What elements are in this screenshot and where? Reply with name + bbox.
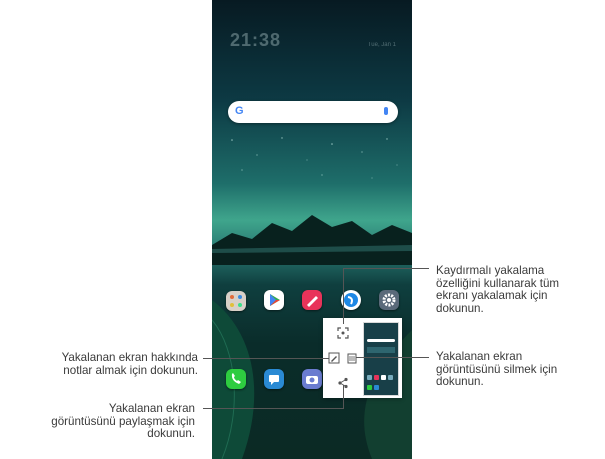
- messages-icon[interactable]: [264, 369, 284, 389]
- play-store-icon[interactable]: [264, 290, 284, 310]
- google-logo-icon: G: [235, 105, 244, 117]
- starry-sky: [231, 137, 398, 179]
- callout-text-line: notlar almak için dokunun.: [63, 363, 198, 377]
- notes-app-icon[interactable]: [302, 290, 322, 310]
- callout-share: Yakalanan ekran görüntüsünü paylaşmak iç…: [51, 402, 195, 441]
- callout-text-line: Yakalanan ekran: [436, 350, 523, 363]
- callout-line-share-horizontal: [203, 408, 344, 409]
- callout-line-scroll-horizontal: [343, 268, 429, 269]
- clock-widget: 21:38: [230, 30, 282, 50]
- callout-line-notes: [203, 358, 329, 359]
- scroll-capture-icon[interactable]: [335, 325, 351, 341]
- callout-text-line: Yakalanan ekran: [108, 402, 195, 415]
- callout-line-scroll-vertical: [343, 268, 344, 324]
- browser-icon[interactable]: [341, 290, 361, 310]
- callout-notes: Yakalanan ekran hakkında notlar almak iç…: [61, 351, 198, 377]
- settings-icon[interactable]: [379, 290, 399, 310]
- camera-icon[interactable]: [302, 369, 322, 389]
- microphone-icon[interactable]: [384, 107, 388, 115]
- callout-delete: Yakalanan ekran görüntüsünü silmek için …: [436, 350, 557, 389]
- callout-text-line: dokunun.: [436, 375, 484, 388]
- google-search-bar[interactable]: G: [228, 101, 398, 123]
- callout-scroll-capture: Kaydırmalı yakalama özelliğini kullanara…: [436, 264, 559, 315]
- callout-text-line: dokunun.: [147, 427, 195, 440]
- delete-icon[interactable]: [344, 350, 360, 366]
- mountain-landscape: [212, 215, 412, 265]
- date-widget: Tue, Jan 1: [367, 42, 396, 48]
- capture-thumbnail[interactable]: [363, 322, 399, 396]
- callout-line-share-vertical: [343, 385, 344, 409]
- callout-text-line: Kaydırmalı yakalama: [436, 264, 545, 277]
- callout-text-line: dokunun.: [436, 301, 484, 315]
- capture-popup: [323, 318, 402, 398]
- app-folder-icon[interactable]: [226, 291, 246, 311]
- callout-text-line: Yakalanan ekran hakkında: [61, 351, 198, 364]
- status-bar: [212, 0, 412, 10]
- callout-text-line: ekranı yakalamak için: [436, 289, 548, 302]
- phone-icon[interactable]: [226, 369, 246, 389]
- callout-line-delete: [356, 357, 429, 358]
